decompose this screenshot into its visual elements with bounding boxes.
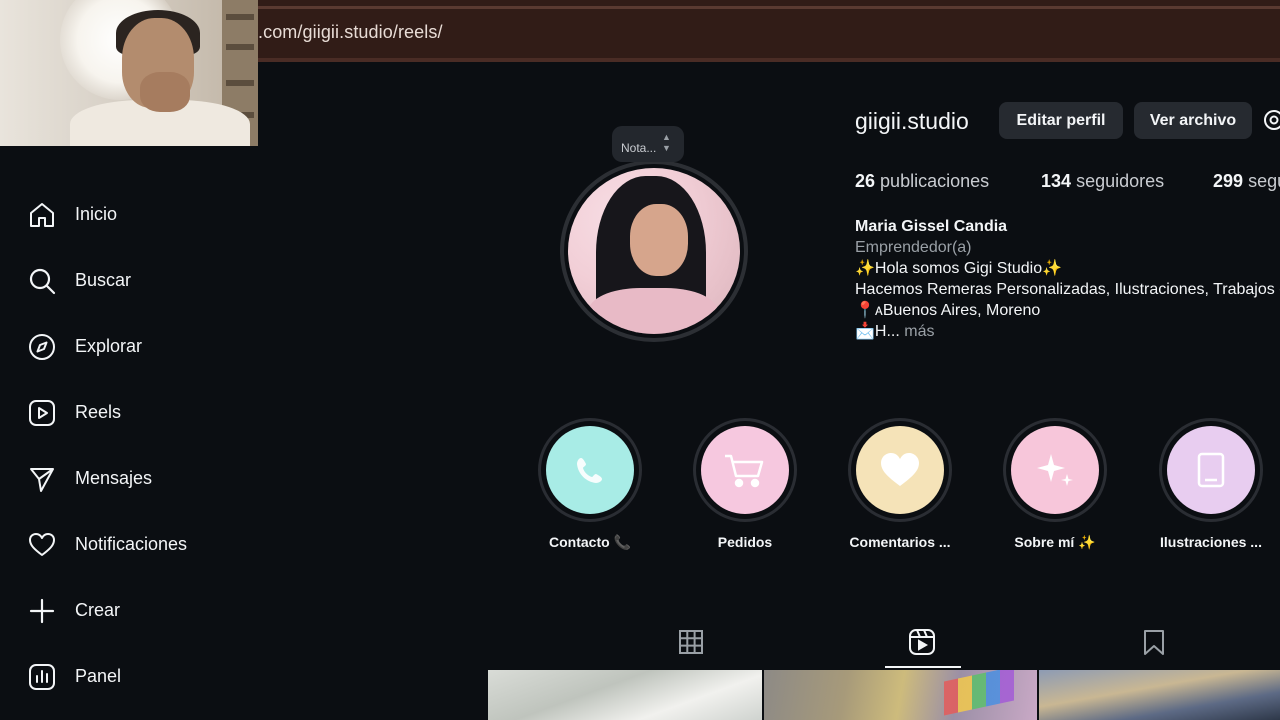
webcam-overlay <box>0 0 258 146</box>
plus-icon <box>29 598 55 624</box>
bio-truncated-text: 📩H... <box>855 323 900 340</box>
sidebar-item-label: Explorar <box>75 336 143 356</box>
bio-name: Maria Gissel Candia <box>855 218 1008 235</box>
highlight-label: Contacto 📞 <box>549 534 631 550</box>
highlight-label: Comentarios ... <box>849 534 951 550</box>
posts-count: 26 <box>855 171 876 191</box>
profile-username: giigii.studio <box>855 108 969 134</box>
bookmark-icon[interactable] <box>1140 628 1168 656</box>
sidebar-item-explorar[interactable]: Explorar <box>0 321 240 371</box>
heart-icon <box>881 453 919 486</box>
search-icon <box>29 268 56 295</box>
bio-line: 📩H... más <box>855 321 1280 342</box>
heart-icon <box>29 533 55 556</box>
following-label: seguidos <box>1248 171 1280 191</box>
profile-bio: Maria Gissel Candia Emprendedor(a) ✨Hola… <box>855 216 1280 342</box>
highlight-label: Pedidos <box>717 534 773 550</box>
highlight-contacto[interactable]: Contacto 📞 <box>538 418 642 558</box>
avatar-photo <box>568 168 740 334</box>
sidebar-item-crear[interactable]: Crear <box>0 585 240 635</box>
home-icon <box>30 203 54 227</box>
highlight-label: Sobre mí ✨ <box>1014 534 1096 550</box>
reels-icon <box>29 400 55 426</box>
phone-icon <box>577 458 602 483</box>
view-archive-button[interactable]: Ver archivo <box>1134 102 1252 139</box>
sidebar-item-label: Mensajes <box>75 468 153 488</box>
profile-avatar[interactable] <box>560 160 748 342</box>
tablet-icon <box>1197 452 1225 488</box>
bio-location: 📍ᴀBuenos Aires, Moreno <box>855 302 1041 319</box>
post-thumbnail[interactable] <box>764 670 1037 720</box>
cart-icon <box>725 454 764 488</box>
compass-icon <box>29 334 55 360</box>
posts-label: publicaciones <box>880 171 990 191</box>
sidebar-item-inicio[interactable]: Inicio <box>0 189 240 239</box>
post-thumbnail[interactable] <box>1039 670 1280 720</box>
highlight-sobre-mi[interactable]: Sobre mí ✨ <box>1003 418 1107 558</box>
note-bubble[interactable]: Nota... ▲ ▼ <box>612 126 684 162</box>
active-tab-indicator <box>885 666 961 668</box>
sidebar-item-mensajes[interactable]: Mensajes <box>0 453 240 503</box>
following-count: 299 <box>1213 171 1244 191</box>
followers-label: seguidores <box>1076 171 1165 191</box>
bio-line: Hacemos Remeras Personalizadas, Ilustrac… <box>855 281 1280 298</box>
bio-more-link[interactable]: más <box>904 323 934 340</box>
reels-icon[interactable] <box>908 628 936 656</box>
post-thumbnail[interactable] <box>488 670 762 720</box>
sidebar-item-label: Crear <box>75 600 121 620</box>
highlight-ilustraciones[interactable]: Ilustraciones ... <box>1159 418 1263 558</box>
bio-line: ✨Hola somos Gigi Studio✨ <box>855 260 1063 277</box>
sidebar-item-label: Inicio <box>75 204 118 224</box>
edit-profile-button[interactable]: Editar perfil <box>999 102 1123 139</box>
sidebar-item-label: Panel <box>75 666 122 686</box>
followers-count: 134 <box>1041 171 1072 191</box>
sidebar-item-reels[interactable]: Reels <box>0 387 240 437</box>
grid-icon[interactable] <box>677 628 705 656</box>
stat-following[interactable]: 299 seguidos <box>1213 171 1280 192</box>
sidebar-item-notificaciones[interactable]: Notificaciones <box>0 519 240 569</box>
sidebar-item-label: Reels <box>75 402 122 422</box>
gear-icon[interactable] <box>1262 108 1280 132</box>
bio-category: Emprendedor(a) <box>855 239 972 256</box>
highlight-pedidos[interactable]: Pedidos <box>693 418 797 558</box>
note-text: Nota... <box>621 141 657 155</box>
sidebar-item-label: Notificaciones <box>75 534 188 554</box>
highlight-label: Ilustraciones ... <box>1160 534 1262 550</box>
sidebar-item-buscar[interactable]: Buscar <box>0 255 240 305</box>
highlight-comentarios[interactable]: Comentarios ... <box>848 418 952 558</box>
chevron-updown-icon: ▲ ▼ <box>662 132 671 153</box>
sparkles-icon <box>1037 454 1073 486</box>
stat-followers[interactable]: 134 seguidores <box>1041 171 1164 192</box>
sidebar-item-label: Buscar <box>75 270 132 290</box>
chart-icon <box>29 664 55 690</box>
send-icon <box>30 468 54 492</box>
sidebar-item-panel[interactable]: Panel <box>0 651 240 701</box>
webcam-person-hand <box>140 72 190 112</box>
stat-posts: 26 publicaciones <box>855 171 989 192</box>
url-text[interactable]: .com/giigii.studio/reels/ <box>258 22 443 43</box>
